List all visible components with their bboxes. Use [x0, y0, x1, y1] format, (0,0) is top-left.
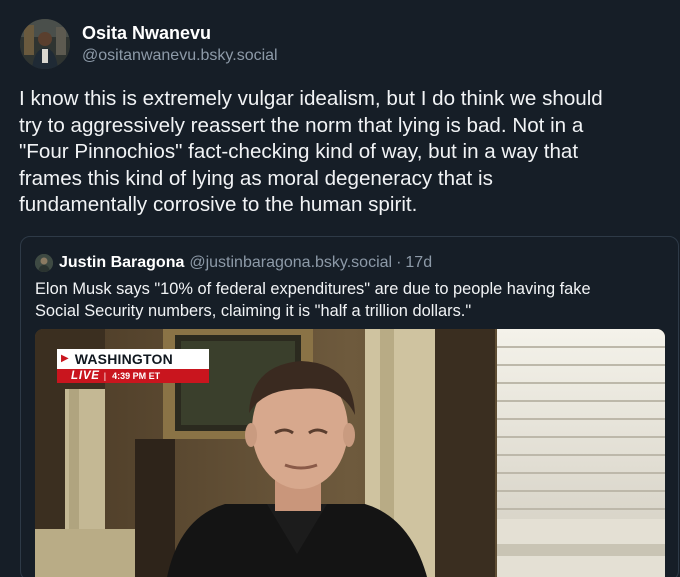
dot-separator: · — [396, 254, 402, 271]
post: Osita Nwanevu @ositanwanevu.bsky.social … — [0, 0, 680, 577]
chyron-time: 4:39 PM ET — [112, 371, 161, 381]
quoted-author-handle[interactable]: @justinbaragona.bsky.social — [189, 253, 392, 273]
post-text: I know this is extremely vulgar idealism… — [19, 87, 603, 216]
quoted-post-video[interactable]: ▶ WASHINGTON LIVE | 4:39 PM ET — [35, 329, 665, 577]
author-avatar[interactable] — [20, 19, 70, 69]
quoted-author-avatar[interactable] — [35, 254, 53, 272]
quoted-avatar-image — [35, 254, 53, 272]
avatar-image — [20, 19, 70, 69]
author-handle[interactable]: @ositanwanevu.bsky.social — [82, 45, 278, 67]
quoted-post-text: Elon Musk says "10% of federal expenditu… — [35, 280, 591, 320]
news-chyron: ▶ WASHINGTON LIVE | 4:39 PM ET — [57, 349, 209, 383]
chyron-live: LIVE — [71, 370, 100, 382]
play-arrow-icon: ▶ — [61, 353, 69, 364]
chyron-divider: | — [103, 371, 107, 381]
quoted-post-header: Justin Baragona @justinbaragona.bsky.soc… — [35, 253, 432, 273]
post-author[interactable]: Osita Nwanevu @ositanwanevu.bsky.social — [20, 18, 278, 70]
author-display-name[interactable]: Osita Nwanevu — [82, 22, 278, 44]
quoted-post-time[interactable]: 17d — [405, 253, 432, 273]
chyron-location: WASHINGTON — [74, 351, 173, 367]
quoted-post[interactable]: Justin Baragona @justinbaragona.bsky.soc… — [20, 236, 679, 577]
quoted-author-display-name[interactable]: Justin Baragona — [59, 253, 184, 273]
